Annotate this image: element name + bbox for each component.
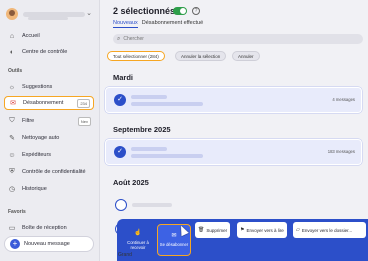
list-item[interactable]: ✓ 183 messages — [105, 139, 362, 165]
peek-label: Grand — [118, 252, 132, 258]
sidebar-item-label: Contrôle de confidentialité — [22, 169, 86, 175]
plus-icon: + — [10, 239, 20, 249]
control-icon: ◐ — [9, 48, 15, 56]
send-to-read-label: Envoyer vers à lire — [246, 227, 284, 233]
unsubscribe-icon: ✉ — [171, 232, 177, 239]
sidebar-item-nettoyage-auto[interactable]: ✎ Nettoyage auto — [4, 131, 94, 145]
page-title: 2 sélectionnés — [113, 6, 176, 16]
sidebar-item-label: Désabonnement — [23, 100, 64, 106]
sidebar-item-accueil[interactable]: ⌂ Accueil — [4, 29, 94, 43]
search-placeholder: Chercher — [123, 36, 144, 42]
clock-icon: ◷ — [8, 186, 16, 193]
tab-bar: Nouveaux Désabonnement effectué — [113, 20, 203, 28]
home-icon: ⌂ — [9, 32, 15, 40]
select-all-button[interactable]: Tout sélectionner (284) — [107, 51, 165, 61]
send-to-folder-label: Envoyer vers le dossier... — [301, 227, 353, 233]
toggle-switch[interactable] — [173, 7, 187, 15]
account-switcher[interactable]: ⌄ — [6, 6, 94, 22]
deselect-button[interactable]: Annuler la sélection — [175, 51, 227, 61]
sender-placeholder — [131, 147, 167, 151]
filter-icon: ⛉ — [9, 117, 15, 124]
sidebar-item-boite-de-reception[interactable]: ▭ Boîte de réception — [4, 221, 94, 235]
users-icon: ☺ — [8, 151, 16, 159]
account-name-placeholder — [23, 11, 85, 17]
tab-desabonnement-effectue[interactable]: Désabonnement effectué — [142, 20, 203, 28]
trash-icon: 🗑 — [198, 227, 205, 233]
list-item[interactable]: ✓ 4 messages — [105, 87, 362, 113]
section-outils: Outils — [8, 68, 23, 74]
search-icon: ⌕ — [117, 35, 121, 42]
continue-label: Continuer à recevoir — [127, 239, 149, 250]
action-bar: ☝ Continuer à recevoir ✉ Se désabonner 🗑… — [117, 219, 368, 261]
new-message-label: Nouveau message — [24, 241, 70, 247]
broom-icon: ✎ — [9, 135, 15, 142]
sidebar-item-confidentialite[interactable]: ⛨ Contrôle de confidentialité — [4, 165, 94, 179]
sidebar-item-expediteurs[interactable]: ☺ Expéditeurs — [4, 148, 94, 162]
sender-placeholder — [131, 95, 167, 99]
chevron-down-icon: ⌄ — [86, 10, 92, 17]
avatar — [6, 8, 18, 20]
group-header: Août 2025 — [113, 178, 149, 187]
subject-placeholder — [131, 102, 203, 106]
inbox-icon: ▭ — [8, 225, 16, 232]
message-count: 183 messages — [327, 149, 355, 154]
hand-icon: ☝ — [134, 230, 142, 237]
bulb-icon: ☼ — [8, 83, 16, 91]
sidebar: ⌄ ⌂ Accueil ◐ Centre de contrôle Outils … — [0, 0, 100, 261]
sidebar-item-centre-de-controle[interactable]: ◐ Centre de contrôle — [4, 45, 94, 59]
sidebar-item-label: Accueil — [22, 33, 40, 39]
section-favoris: Favoris — [8, 209, 26, 215]
sidebar-item-label: Filtre — [22, 118, 35, 124]
unsubscribe-label: Se désabonner — [159, 242, 189, 248]
search-input[interactable]: ⌕ Chercher — [113, 34, 363, 44]
select-circle[interactable] — [115, 199, 127, 211]
new-badge: Nev — [77, 116, 91, 126]
sidebar-item-desabonnement[interactable]: ✉ Désabonnement 234 — [4, 96, 94, 110]
subject-placeholder — [131, 154, 203, 158]
sidebar-item-filtre[interactable]: ⛉ Filtre Nev — [4, 114, 94, 128]
count-badge: 234 — [77, 98, 90, 108]
sender-placeholder — [132, 203, 172, 207]
shield-icon: ⛨ — [9, 168, 15, 175]
cancel-button[interactable]: Annuler — [232, 51, 260, 61]
message-count: 4 messages — [332, 97, 355, 102]
send-to-read-button[interactable]: ⚑ Envoyer vers à lire — [237, 222, 287, 238]
sidebar-item-historique[interactable]: ◷ Historique — [4, 182, 94, 196]
sidebar-item-label: Historique — [22, 186, 47, 192]
folder-icon: ▱ — [296, 227, 300, 233]
checkmark-icon[interactable]: ✓ — [114, 94, 126, 106]
tab-nouveaux[interactable]: Nouveaux — [113, 20, 138, 28]
sidebar-item-label: Nettoyage auto — [22, 135, 60, 141]
group-header: Septembre 2025 — [113, 125, 171, 134]
app-window: ⌄ ⌂ Accueil ◐ Centre de contrôle Outils … — [0, 0, 368, 261]
bookmark-icon: ⚑ — [240, 227, 245, 233]
sidebar-item-label: Expéditeurs — [22, 152, 52, 158]
sidebar-item-label: Centre de contrôle — [22, 49, 68, 55]
new-message-button[interactable]: + Nouveau message — [4, 236, 94, 252]
send-to-folder-button[interactable]: ▱ Envoyer vers le dossier... — [293, 222, 366, 238]
delete-label: Supprimer — [206, 227, 228, 233]
sidebar-item-label: Suggestions — [22, 84, 53, 90]
checkmark-icon[interactable]: ✓ — [114, 146, 126, 158]
group-header: Mardi — [113, 73, 134, 82]
sidebar-item-suggestions[interactable]: ☼ Suggestions — [4, 80, 94, 94]
delete-button[interactable]: 🗑 Supprimer — [195, 222, 231, 238]
unsubscribe-icon: ✉ — [10, 100, 16, 107]
sidebar-item-label: Boîte de réception — [22, 225, 67, 231]
account-email-placeholder — [28, 17, 68, 20]
help-icon[interactable]: ? — [192, 7, 200, 15]
